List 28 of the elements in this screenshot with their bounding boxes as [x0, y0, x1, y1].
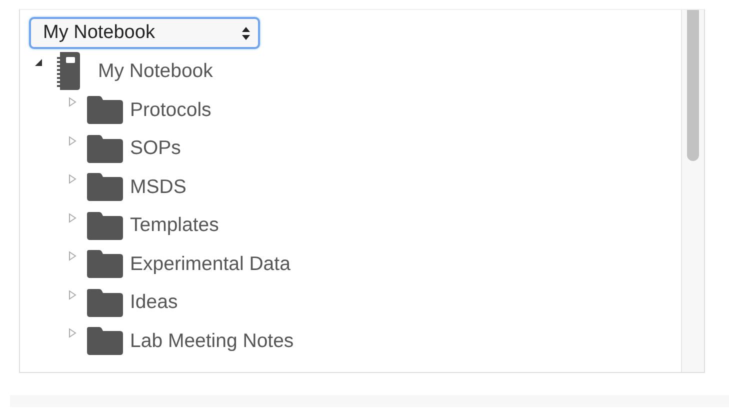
- expand-arrow-icon[interactable]: [68, 174, 77, 184]
- expand-arrow-icon[interactable]: [68, 251, 77, 261]
- scrollbar-thumb[interactable]: [687, 10, 699, 161]
- tree-item[interactable]: Protocols: [130, 98, 212, 122]
- notebook-icon: [57, 52, 80, 90]
- up-down-icon: [242, 26, 250, 40]
- folder-icon: [87, 250, 123, 278]
- folder-icon: [87, 96, 123, 124]
- folder-icon: [87, 327, 123, 356]
- folder-icon: [87, 134, 123, 163]
- tree-item[interactable]: Ideas: [130, 291, 178, 314]
- tree-item[interactable]: Lab Meeting Notes: [130, 330, 294, 353]
- notebook-dropdown[interactable]: My Notebook: [29, 17, 260, 49]
- tree-item[interactable]: MSDS: [130, 176, 186, 199]
- expand-arrow-icon[interactable]: [68, 290, 77, 300]
- collapse-arrow-icon[interactable]: [34, 57, 43, 67]
- expand-arrow-icon[interactable]: [68, 212, 77, 222]
- tree-item[interactable]: Experimental Data: [130, 252, 290, 276]
- folder-icon: [87, 288, 123, 317]
- folder-icon: [87, 173, 123, 202]
- tree-item[interactable]: My Notebook: [98, 60, 213, 82]
- tree-item[interactable]: SOPs: [130, 137, 181, 160]
- folder-icon: [87, 212, 123, 240]
- scrollbar[interactable]: [681, 10, 704, 372]
- expand-arrow-icon[interactable]: [68, 328, 77, 338]
- tree-item[interactable]: Templates: [130, 214, 219, 238]
- expand-arrow-icon[interactable]: [68, 136, 77, 146]
- expand-arrow-icon[interactable]: [68, 97, 77, 107]
